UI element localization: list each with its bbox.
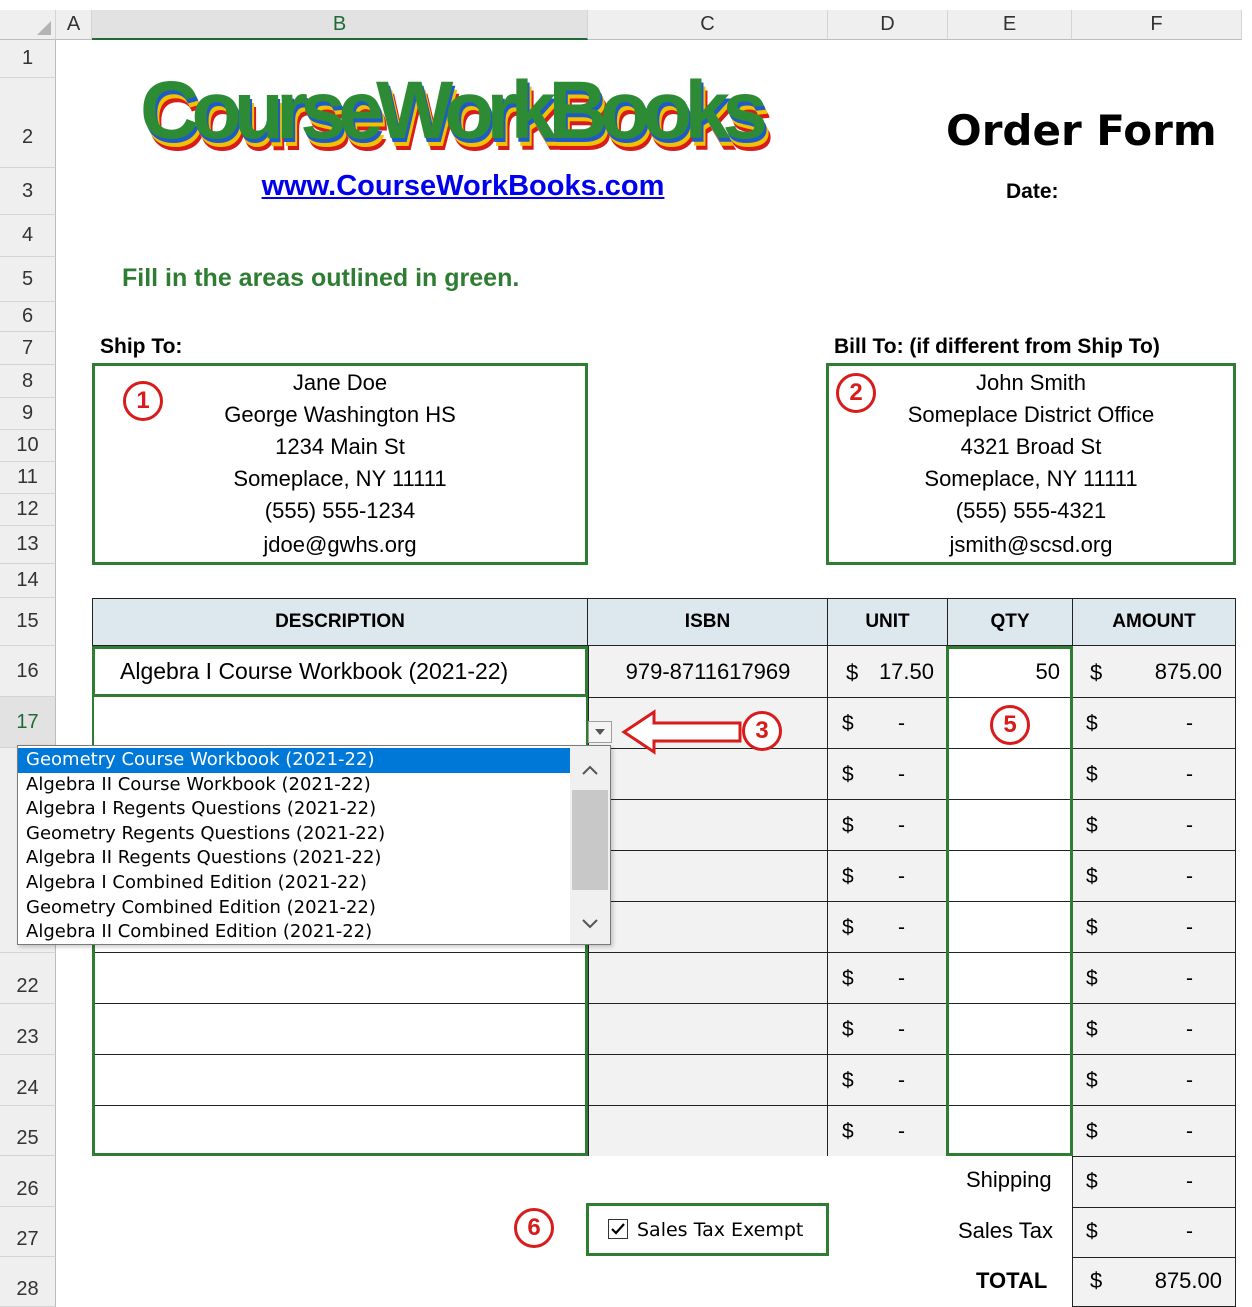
- bill-to-email[interactable]: jsmith@scsd.org: [826, 532, 1236, 558]
- row1-description[interactable]: Algebra I Course Workbook (2021-22): [120, 646, 580, 697]
- select-all-corner[interactable]: [0, 10, 56, 40]
- step-2-badge: 2: [836, 373, 876, 413]
- row-header[interactable]: 14: [0, 564, 56, 598]
- bill-to-street[interactable]: 4321 Broad St: [826, 434, 1236, 460]
- bill-to-label: Bill To: (if different from Ship To): [834, 335, 1160, 358]
- shipping-label: Shipping: [966, 1167, 1052, 1192]
- row1-unit: 17.50: [878, 658, 934, 684]
- dropdown-option[interactable]: Geometry Combined Edition (2021-22): [18, 896, 570, 921]
- dropdown-option[interactable]: Algebra I Regents Questions (2021-22): [18, 797, 570, 822]
- row-header[interactable]: 13: [0, 526, 56, 564]
- row-header[interactable]: 9: [0, 398, 56, 430]
- ship-to-phone[interactable]: (555) 555-1234: [92, 498, 588, 524]
- row-header[interactable]: 16: [0, 646, 56, 697]
- row-header[interactable]: 2: [0, 78, 56, 168]
- bill-to-phone[interactable]: (555) 555-4321: [826, 498, 1236, 524]
- column-header-b[interactable]: B: [92, 10, 588, 40]
- check-icon: [611, 1223, 625, 1235]
- step-5-badge: 5: [990, 705, 1030, 745]
- ship-to-label: Ship To:: [100, 335, 183, 358]
- instruction-text: Fill in the areas outlined in green.: [122, 264, 520, 292]
- bill-to-organization[interactable]: Someplace District Office: [826, 402, 1236, 428]
- header-unit: UNIT: [827, 598, 948, 646]
- tax-exempt-checkbox[interactable]: [608, 1219, 628, 1239]
- dropdown-option[interactable]: Algebra II Course Workbook (2021-22): [18, 773, 570, 798]
- dropdown-button[interactable]: [588, 721, 612, 743]
- step-6-badge: 6: [514, 1208, 554, 1248]
- row1-isbn: 979-8711617969: [625, 658, 791, 684]
- row-header[interactable]: 7: [0, 332, 56, 365]
- row-header[interactable]: 8: [0, 365, 56, 398]
- active-description-cell[interactable]: [94, 697, 586, 748]
- bill-to-name[interactable]: John Smith: [826, 370, 1236, 396]
- column-header-a[interactable]: A: [56, 10, 92, 40]
- row-header[interactable]: 3: [0, 168, 56, 215]
- row-header[interactable]: 24: [0, 1055, 56, 1106]
- row-header[interactable]: 4: [0, 215, 56, 257]
- total-label: TOTAL: [976, 1268, 1048, 1293]
- scroll-down-icon[interactable]: [570, 912, 610, 936]
- row-header[interactable]: 11: [0, 462, 56, 494]
- row-header[interactable]: 28: [0, 1257, 56, 1307]
- step-1-badge: 1: [123, 381, 163, 421]
- row-header[interactable]: 12: [0, 494, 56, 526]
- ship-to-name[interactable]: Jane Doe: [92, 370, 588, 396]
- courseworkbooks-logo: CourseWorkBooks CourseWorkBooks CourseWo…: [140, 62, 780, 168]
- column-header-f[interactable]: F: [1072, 10, 1242, 40]
- date-label: Date:: [1006, 180, 1059, 203]
- ship-to-organization[interactable]: George Washington HS: [92, 402, 588, 428]
- header-description: DESCRIPTION: [92, 598, 588, 646]
- column-header-e[interactable]: E: [948, 10, 1072, 40]
- svg-text:CourseWorkBooks: CourseWorkBooks: [140, 65, 768, 156]
- scrollbar-thumb[interactable]: [572, 790, 608, 890]
- column-header-c[interactable]: C: [588, 10, 828, 40]
- select-all-triangle-icon: [37, 21, 51, 35]
- row-header[interactable]: 26: [0, 1156, 56, 1207]
- bill-to-city[interactable]: Someplace, NY 11111: [826, 466, 1236, 492]
- dropdown-arrow-icon: [595, 729, 605, 735]
- logo-graphic: CourseWorkBooks CourseWorkBooks CourseWo…: [140, 65, 774, 168]
- sales-tax-label: Sales Tax: [958, 1218, 1053, 1243]
- row-header[interactable]: 15: [0, 598, 56, 646]
- row-header[interactable]: 22: [0, 953, 56, 1004]
- ship-to-email[interactable]: jdoe@gwhs.org: [92, 532, 588, 558]
- ship-to-city[interactable]: Someplace, NY 11111: [92, 466, 588, 492]
- row-header[interactable]: 10: [0, 430, 56, 462]
- row-header[interactable]: 1: [0, 40, 56, 78]
- scroll-up-icon[interactable]: [570, 758, 610, 782]
- total-value: 875.00: [1154, 1268, 1222, 1293]
- header-isbn: ISBN: [587, 598, 828, 646]
- ship-to-street[interactable]: 1234 Main St: [92, 434, 588, 460]
- row-header-selected[interactable]: 17: [0, 697, 56, 748]
- order-form-title: Order Form: [946, 106, 1217, 155]
- left-arrow-icon: [621, 709, 742, 755]
- row-header[interactable]: 27: [0, 1207, 56, 1257]
- dropdown-option[interactable]: Algebra II Combined Edition (2021-22): [18, 920, 570, 945]
- dropdown-option[interactable]: Geometry Course Workbook (2021-22): [18, 748, 570, 773]
- dropdown-option[interactable]: Algebra I Combined Edition (2021-22): [18, 871, 570, 896]
- row1-qty[interactable]: 50: [948, 646, 1060, 697]
- dropdown-option[interactable]: Geometry Regents Questions (2021-22): [18, 822, 570, 847]
- header-amount: AMOUNT: [1072, 598, 1236, 646]
- website-link[interactable]: www.CourseWorkBooks.com: [218, 170, 708, 203]
- row-header[interactable]: 5: [0, 257, 56, 302]
- row-header[interactable]: 6: [0, 302, 56, 332]
- description-dropdown-list[interactable]: Geometry Course Workbook (2021-22) Algeb…: [17, 745, 611, 945]
- dropdown-option[interactable]: Algebra II Regents Questions (2021-22): [18, 846, 570, 871]
- step-3-badge: 3: [742, 711, 782, 751]
- column-header-d[interactable]: D: [828, 10, 948, 40]
- tax-exempt-label[interactable]: Sales Tax Exempt: [637, 1219, 803, 1241]
- row1-amount: 875.00: [1154, 658, 1222, 684]
- dropdown-scrollbar[interactable]: [570, 746, 610, 944]
- row-header[interactable]: 23: [0, 1004, 56, 1055]
- row-header[interactable]: 25: [0, 1106, 56, 1156]
- header-qty: QTY: [947, 598, 1073, 646]
